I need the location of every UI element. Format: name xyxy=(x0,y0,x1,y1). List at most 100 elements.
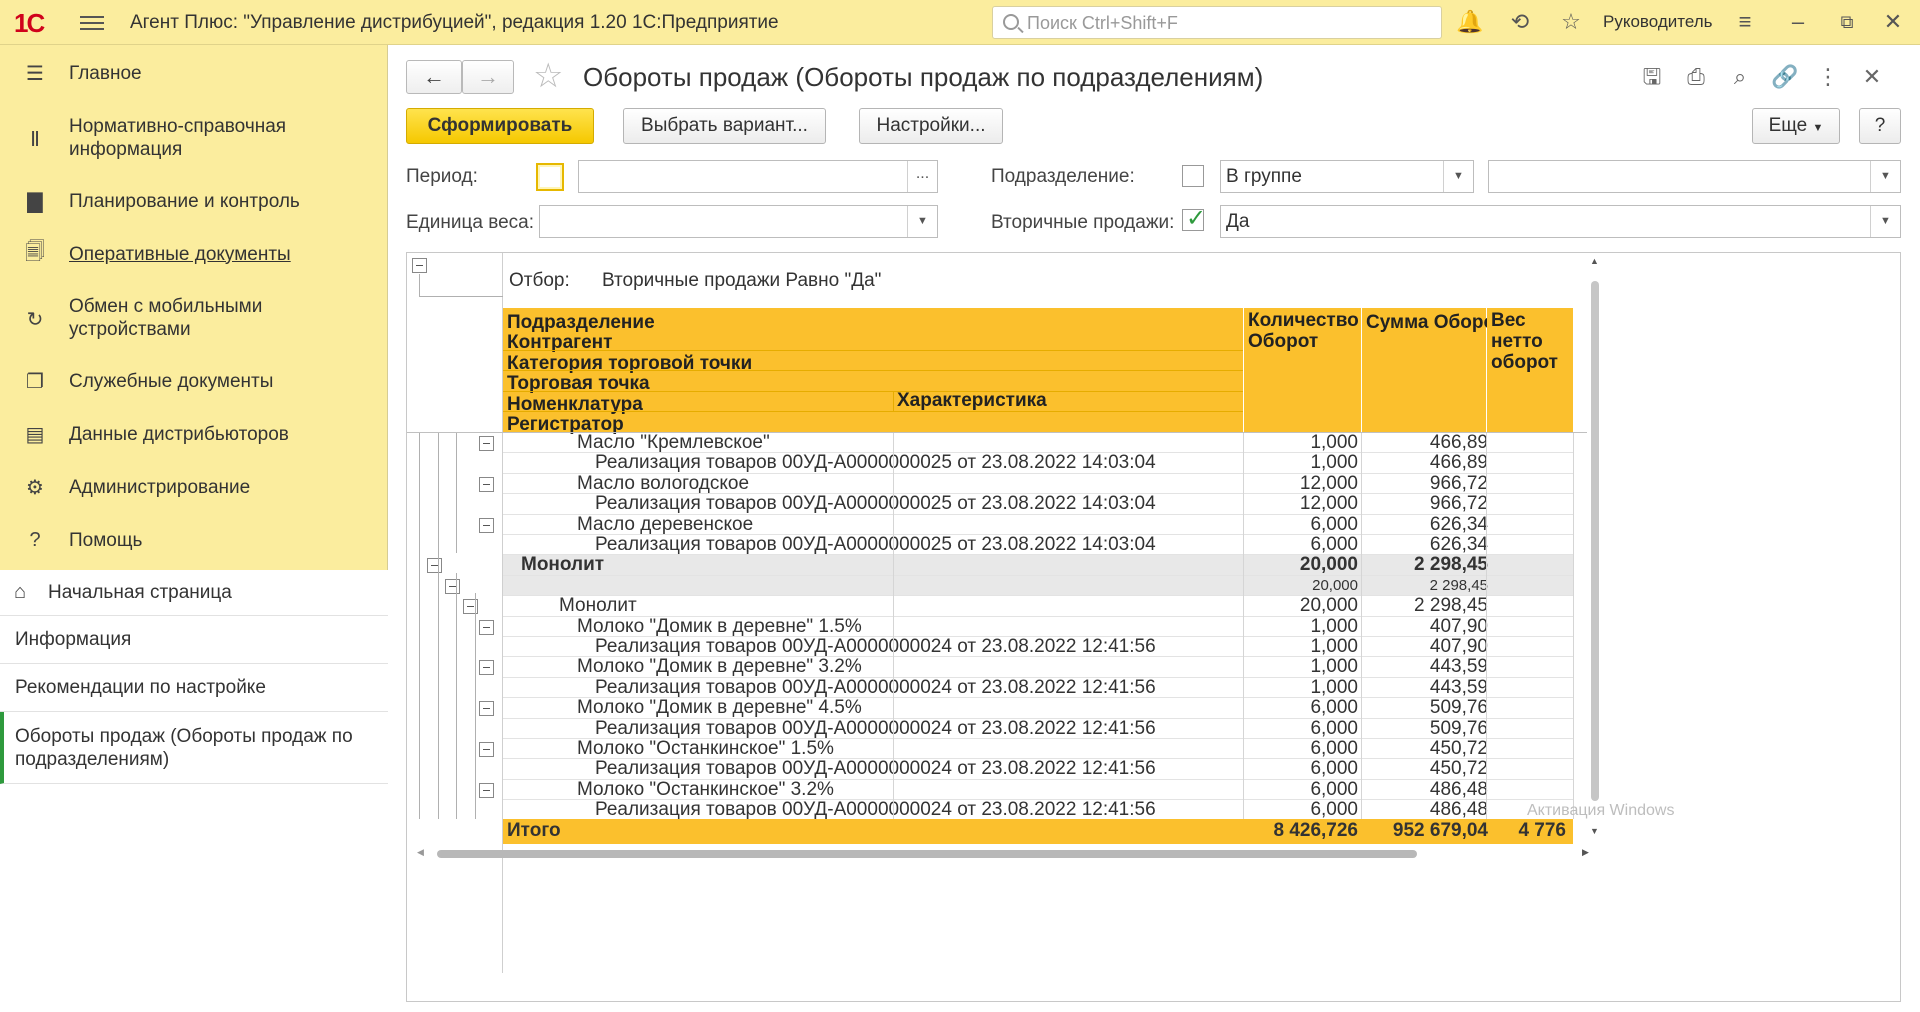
table-row[interactable]: Реализация товаров 00УД-А0000000024 от 2… xyxy=(503,636,1573,658)
minimize-icon[interactable]: – xyxy=(1785,9,1811,35)
secondary-sales-select[interactable]: Да ▼ xyxy=(1220,205,1901,238)
collapse-toggle-icon[interactable] xyxy=(479,517,494,533)
favorites-star-icon[interactable]: ☆ xyxy=(1558,9,1584,35)
current-user[interactable]: Руководитель xyxy=(1603,12,1713,32)
table-row[interactable]: Монолит 20,000 2 298,45 xyxy=(503,595,1573,617)
main-menu-icon[interactable] xyxy=(80,12,104,32)
section-label: Главное xyxy=(69,62,142,84)
total-qty: 8 426,726 xyxy=(1273,820,1358,841)
restore-icon[interactable]: ⧉ xyxy=(1834,9,1860,35)
row-sum: 407,90 xyxy=(1429,615,1488,637)
department-mode-value: В группе xyxy=(1226,166,1302,187)
table-row[interactable]: Реализация товаров 00УД-А0000000024 от 2… xyxy=(503,677,1573,699)
department-mode-select[interactable]: В группе ▼ xyxy=(1220,160,1474,193)
chevron-down-icon[interactable]: ▼ xyxy=(907,206,937,237)
vertical-scrollbar[interactable]: ▲ ▼ xyxy=(1587,253,1602,1001)
help-button[interactable]: ? xyxy=(1859,108,1901,144)
vertical-scroll-thumb[interactable] xyxy=(1591,281,1599,801)
collapse-toggle-icon[interactable] xyxy=(479,782,494,798)
scroll-right-icon[interactable]: ▶ xyxy=(1582,847,1589,858)
back-button[interactable]: ← xyxy=(406,60,462,94)
table-row[interactable]: Реализация товаров 00УД-А0000000024 от 2… xyxy=(503,799,1573,821)
link-icon[interactable]: 🔗 xyxy=(1771,64,1798,90)
table-row[interactable]: Молоко "Останкинское" 1.5% 6,000 450,72 xyxy=(503,738,1573,760)
table-row[interactable]: Реализация товаров 00УД-А0000000024 от 2… xyxy=(503,758,1573,780)
table-row[interactable]: Масло вологодское 12,000 966,72 xyxy=(503,473,1573,495)
period-checkbox[interactable] xyxy=(536,163,564,191)
collapse-toggle-icon[interactable] xyxy=(427,558,442,574)
section-reference-info[interactable]: Ⅱ Нормативно-справочная информация xyxy=(0,115,388,161)
section-main[interactable]: ☰ Главное xyxy=(0,60,388,86)
table-row[interactable]: Молоко "Домик в деревне" 1.5% 1,000 407,90 xyxy=(503,615,1573,637)
scroll-down-icon[interactable]: ▼ xyxy=(1590,826,1599,836)
more-button[interactable]: Еще ▼ xyxy=(1752,108,1840,144)
table-row[interactable]: Масло деревенское 6,000 626,34 xyxy=(503,514,1573,535)
row-name: Реализация товаров 00УД-А0000000025 от 2… xyxy=(595,534,1156,555)
close-icon[interactable]: ✕ xyxy=(1880,9,1906,35)
print-icon[interactable]: ⎙ xyxy=(1683,64,1709,90)
chevron-down-icon[interactable]: ▼ xyxy=(1443,161,1473,192)
table-row[interactable]: Монолит 20,000 2 298,45 xyxy=(503,554,1573,576)
collapse-toggle-icon[interactable] xyxy=(412,258,427,273)
collapse-toggle-icon[interactable] xyxy=(445,578,460,594)
report-spreadsheet[interactable]: Отбор: Вторичные продажи Равно "Да" Подр… xyxy=(406,252,1901,1002)
settings-menu-icon[interactable]: ≡ xyxy=(1732,9,1758,35)
collapse-toggle-icon[interactable] xyxy=(479,742,494,757)
section-operative-docs[interactable]: 🗐 Оперативные документы xyxy=(0,241,388,267)
table-row[interactable]: 20,000 2 298,45 xyxy=(503,575,1573,597)
section-distributor-data[interactable]: ▤ Данные дистрибьюторов xyxy=(0,421,388,447)
window-sales-turnover[interactable]: Обороты продаж (Обороты продаж по подраз… xyxy=(0,712,388,784)
scroll-up-icon[interactable]: ▲ xyxy=(1590,256,1599,266)
section-administration[interactable]: ⚙ Администрирование xyxy=(0,474,388,500)
window-home[interactable]: ⌂ Начальная страница xyxy=(0,570,388,616)
horizontal-scroll-thumb[interactable] xyxy=(437,850,1417,858)
row-qty: 20,000 xyxy=(1312,576,1358,594)
row-name: Монолит xyxy=(559,595,637,617)
section-mobile-exchange[interactable]: ↻ Обмен с мобильными устройствами xyxy=(0,295,388,341)
close-form-icon[interactable]: ✕ xyxy=(1859,64,1885,90)
window-recommendations[interactable]: Рекомендации по настройке xyxy=(0,664,388,712)
service-docs-icon: ❐ xyxy=(26,370,44,393)
choose-variant-button[interactable]: Выбрать вариант... xyxy=(623,108,826,144)
section-help[interactable]: ? Помощь xyxy=(0,527,388,553)
chevron-down-icon[interactable]: ▼ xyxy=(1870,161,1900,192)
preview-icon[interactable]: ⌕ xyxy=(1727,64,1753,90)
forward-button[interactable]: → xyxy=(462,60,514,94)
save-icon[interactable]: 🖫 xyxy=(1639,64,1665,90)
secondary-sales-checkbox[interactable]: ✓ xyxy=(1182,205,1206,232)
weight-unit-select[interactable]: ▼ xyxy=(539,205,938,238)
table-row[interactable]: Масло "Кремлевское" 1,000 466,89 xyxy=(503,432,1573,454)
table-row[interactable]: Реализация товаров 00УД-А0000000025 от 2… xyxy=(503,493,1573,515)
collapse-toggle-icon[interactable] xyxy=(479,476,494,492)
table-row[interactable]: Реализация товаров 00УД-А0000000025 от 2… xyxy=(503,534,1573,556)
horizontal-scrollbar[interactable]: ◀ ▶ xyxy=(417,847,1589,858)
table-row[interactable]: Реализация товаров 00УД-А0000000025 от 2… xyxy=(503,452,1573,474)
collapse-toggle-icon[interactable] xyxy=(479,436,494,451)
bell-icon[interactable]: 🔔 xyxy=(1456,9,1483,35)
chevron-down-icon[interactable]: ▼ xyxy=(1870,206,1900,237)
row-qty: 6,000 xyxy=(1310,534,1358,555)
history-icon[interactable]: ⟲ xyxy=(1507,9,1533,35)
table-row[interactable]: Молоко "Домик в деревне" 3.2% 1,000 443,59 xyxy=(503,656,1573,678)
department-checkbox[interactable] xyxy=(1182,165,1204,187)
table-row[interactable]: Молоко "Останкинское" 3.2% 6,000 486,48 xyxy=(503,779,1573,801)
collapse-toggle-icon[interactable] xyxy=(479,619,494,635)
table-row[interactable]: Молоко "Домик в деревне" 4.5% 6,000 509,76 xyxy=(503,697,1573,719)
period-select-button[interactable]: ... xyxy=(907,161,937,192)
period-field[interactable]: ... xyxy=(578,160,938,193)
section-service-docs[interactable]: ❐ Служебные документы xyxy=(0,368,388,394)
favorite-star-icon[interactable]: ☆ xyxy=(533,59,563,93)
department-value-select[interactable]: ▼ xyxy=(1488,160,1901,193)
row-name: Реализация товаров 00УД-А0000000025 от 2… xyxy=(595,493,1156,515)
settings-button[interactable]: Настройки... xyxy=(859,108,1003,144)
scroll-left-icon[interactable]: ◀ xyxy=(417,847,424,858)
more-vert-icon[interactable]: ⋮ xyxy=(1815,64,1841,90)
row-qty: 1,000 xyxy=(1310,636,1358,657)
section-planning[interactable]: ▇ Планирование и контроль xyxy=(0,188,388,214)
collapse-toggle-icon[interactable] xyxy=(479,660,494,676)
collapse-toggle-icon[interactable] xyxy=(479,701,494,717)
window-information[interactable]: Информация xyxy=(0,616,388,664)
table-row[interactable]: Реализация товаров 00УД-А0000000024 от 2… xyxy=(503,718,1573,739)
search-input[interactable]: Поиск Ctrl+Shift+F xyxy=(992,6,1442,39)
generate-button[interactable]: Сформировать xyxy=(406,108,594,144)
